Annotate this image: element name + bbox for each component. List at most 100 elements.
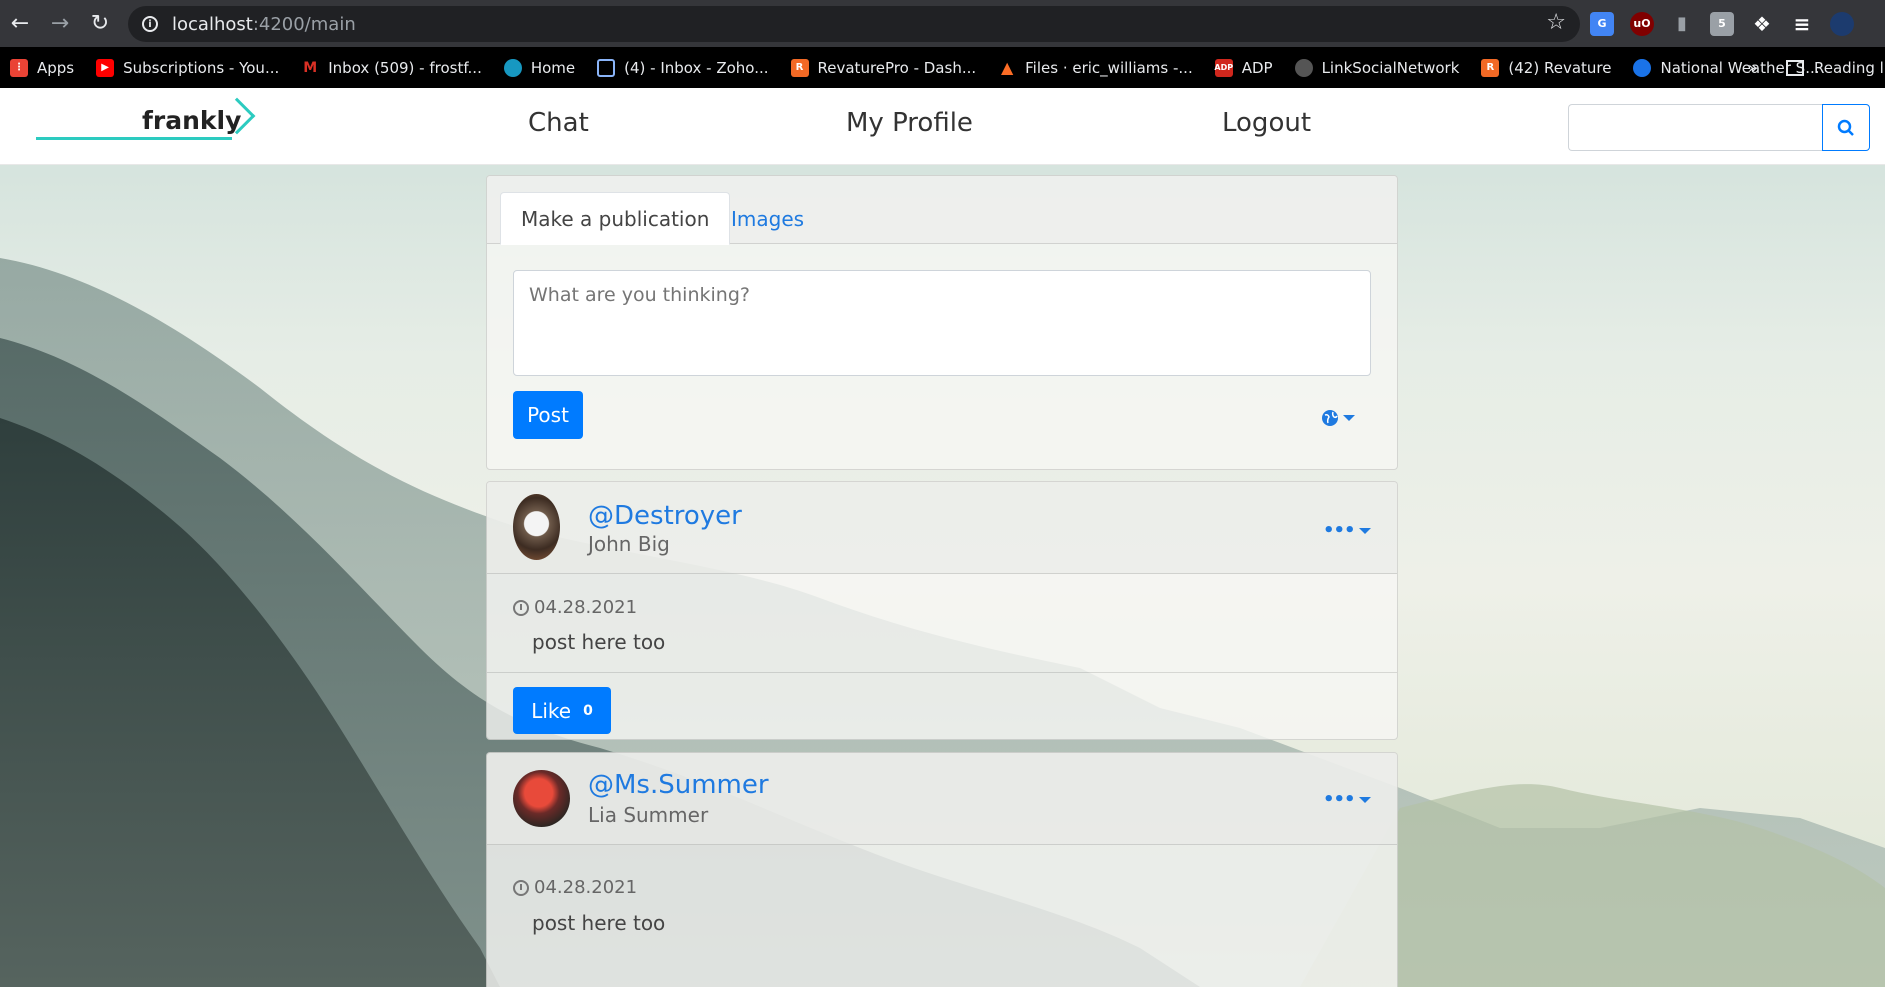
bookmark-label: Files · eric_williams -... [1025,58,1193,77]
reload-icon[interactable]: ↻ [80,0,120,47]
chevron-down-icon [1343,415,1355,421]
ublock-icon[interactable]: uO [1630,11,1654,36]
search-icon [1837,119,1854,136]
weather-icon [1633,58,1652,77]
apps-grid-icon: ⋮ [10,58,28,77]
tab-images[interactable]: Images [711,192,824,245]
nav-logout-link[interactable]: Logout [1222,108,1311,138]
tab-make-publication[interactable]: Make a publication [500,192,731,245]
site-info-icon[interactable]: i [142,16,158,32]
bookmark-linksocialnetwork[interactable]: LinkSocialNetwork [1294,58,1460,77]
search-form [1568,104,1870,151]
brand-underline [36,137,232,140]
bookmark-star-icon[interactable]: ☆ [1546,10,1566,35]
post-author-name: John Big [588,532,670,556]
bookmark-label: LinkSocialNetwork [1321,58,1460,77]
url-path: :4200/main [252,13,356,35]
post-body-text: post here too [532,630,666,654]
compose-card: Make a publication Images Post [486,175,1398,470]
bookmark-ext-icon[interactable]: ▮ [1670,12,1694,36]
forward-icon[interactable]: → [40,0,80,47]
post-date: 04.28.2021 [513,877,637,898]
post-button[interactable]: Post [513,391,583,439]
puzzle-extensions-icon[interactable]: ❖ [1750,12,1774,36]
brand-logo[interactable]: frankly [36,97,256,146]
post-header: @Ms.Summer Lia Summer ••• [487,753,1397,845]
like-count-badge: 0 [583,702,593,719]
chevron-down-icon [1358,527,1371,534]
extensions-area: G uO ▮ 5 ❖ ≡ [1590,0,1854,47]
bookmark-youtube[interactable]: ▶ Subscriptions - You... [96,58,280,77]
bookmark-label: Home [530,58,576,77]
post-body-text: post here too [532,911,666,935]
url-host: localhost [172,13,253,35]
post-author-name: Lia Summer [588,803,709,827]
bookmark-home[interactable]: Home [503,58,576,77]
nav-my-profile-link[interactable]: My Profile [846,108,973,138]
bookmark-gitlab[interactable]: ▲ Files · eric_williams -... [998,58,1193,77]
compose-tabs: Make a publication Images [487,176,1397,245]
revature-icon: R [1481,58,1500,77]
back-icon[interactable]: ← [0,0,40,47]
post-date-text: 04.28.2021 [534,877,638,898]
bookmark-revature[interactable]: R (42) Revature [1481,58,1612,77]
gitlab-icon: ▲ [1000,58,1014,77]
like-label: Like [531,698,572,723]
visibility-dropdown[interactable] [1321,409,1355,427]
bookmark-adp[interactable]: ADP ADP [1214,58,1273,77]
bookmark-apps[interactable]: ⋮ Apps [10,58,74,77]
chevron-down-icon [1358,796,1371,803]
avatar[interactable] [513,494,560,560]
post-divider [487,672,1397,673]
like-button[interactable]: Like 0 [513,687,611,734]
post-handle[interactable]: @Destroyer [588,501,742,531]
bookmarks-bar: ⋮ Apps ▶ Subscriptions - You... M Inbox (50… [0,47,1885,88]
more-options-icon: ••• [1323,789,1356,810]
bookmark-label: (42) Revature [1508,58,1612,77]
post-card: @Destroyer John Big ••• 04.28.2021 post … [486,481,1398,740]
adp-icon: ADP [1214,58,1233,77]
bookmark-label: Inbox (509) - frostf... [328,58,482,77]
globe-icon [1322,410,1338,426]
post-header: @Destroyer John Big ••• [487,482,1397,574]
post-options-dropdown[interactable]: ••• [1323,520,1371,541]
bookmark-gmail[interactable]: M Inbox (509) - frostf... [301,59,482,77]
html5-ext-icon[interactable]: 5 [1710,11,1734,36]
clock-icon [513,599,529,616]
media-queue-icon[interactable]: ≡ [1790,12,1814,36]
revature-icon: R [790,58,809,77]
salesforce-cloud-icon [503,58,522,77]
avatar[interactable] [513,770,570,827]
bookmark-revaturepro[interactable]: R RevaturePro - Dash... [790,58,977,77]
bookmark-label: (4) - Inbox - Zoho... [624,58,769,77]
bookmark-label: Subscriptions - You... [123,58,280,77]
more-bookmarks-icon[interactable]: » [1748,58,1758,77]
post-options-dropdown[interactable]: ••• [1323,789,1371,810]
browser-toolbar: ← → ↻ i localhost:4200/main ☆ G uO ▮ 5 ❖… [0,0,1885,47]
app-viewport: frankly Chat My Profile Logout Make a pu… [0,88,1885,987]
youtube-icon: ▶ [96,58,115,77]
google-translate-icon[interactable]: G [1590,11,1614,36]
gmail-icon: M [303,59,318,76]
bookmark-zoho[interactable]: (4) - Inbox - Zoho... [597,58,769,77]
address-bar[interactable]: i localhost:4200/main ☆ [128,6,1580,42]
post-date: 04.28.2021 [513,597,637,618]
reading-list-button[interactable]: Reading lis [1786,47,1885,88]
search-button[interactable] [1822,104,1870,151]
bookmark-label: ADP [1241,58,1273,77]
top-navbar: frankly Chat My Profile Logout [0,88,1885,165]
profile-avatar-icon[interactable] [1830,11,1854,36]
search-input[interactable] [1568,104,1822,151]
more-options-icon: ••• [1323,520,1356,541]
github-icon [1294,58,1313,77]
post-card: @Ms.Summer Lia Summer ••• 04.28.2021 pos… [486,752,1398,987]
clock-icon [513,879,529,896]
nav-chat-link[interactable]: Chat [528,108,589,138]
reading-list-label: Reading lis [1814,58,1885,77]
post-date-text: 04.28.2021 [534,597,638,618]
bookmark-label: RevaturePro - Dash... [817,58,977,77]
reading-list-icon [1786,59,1804,76]
publication-textarea[interactable] [513,270,1371,376]
zoho-mail-icon [597,58,616,77]
post-handle[interactable]: @Ms.Summer [588,770,769,800]
